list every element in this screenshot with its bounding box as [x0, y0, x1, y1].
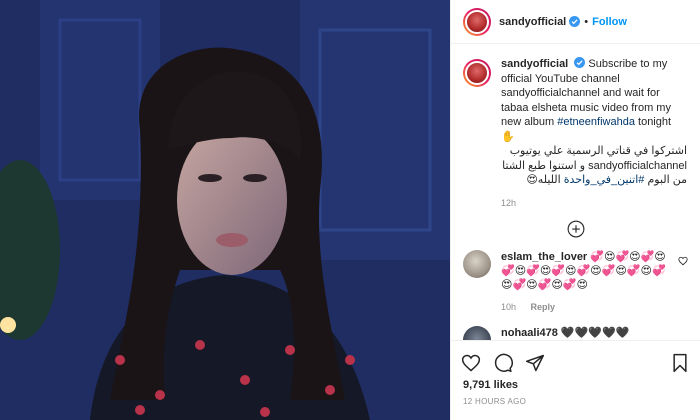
post-timestamp[interactable]: 12 HOURS AGO [451, 391, 700, 406]
comment-time[interactable]: 10h [501, 302, 516, 312]
comment-username[interactable]: eslam_the_lover [501, 251, 587, 263]
likes-count[interactable]: 9,791 likes [451, 377, 700, 391]
action-bar [451, 341, 700, 377]
caption-username[interactable]: sandyofficial [501, 58, 568, 70]
author-username[interactable]: sandyofficial [499, 16, 566, 28]
bookmark-icon [673, 353, 687, 373]
plus-circle-icon[interactable] [567, 220, 585, 238]
post-header: sandyofficial • Follow [451, 0, 700, 44]
post-photo[interactable] [0, 0, 450, 420]
caption-avatar[interactable] [463, 59, 491, 87]
caption-text-ar-3-post: الليله😍 [526, 174, 561, 186]
comment-username[interactable]: nohaali478 [501, 327, 558, 339]
load-more-comments[interactable] [451, 220, 700, 238]
caption-text-ar-2: sandyofficialchannel و استنوا طبع الشتا [502, 159, 687, 172]
comment-avatar[interactable] [463, 250, 491, 278]
save-button[interactable] [670, 353, 690, 373]
caption-body: sandyofficial Subscribe to my official Y… [501, 57, 687, 210]
caption-text-ar-3-pre: من البوم [647, 174, 687, 186]
follow-button[interactable]: Follow [592, 16, 627, 28]
comment-meta: 10h Reply [501, 300, 672, 314]
comment-item: eslam_the_lover 💞😍💞😍💞😍💞😍💞😍💞😍💞😍💞😍💞😍💞😍💞😍💞😍… [451, 238, 700, 314]
comment-bubble-icon [494, 353, 513, 373]
photo-illustration [0, 0, 450, 420]
caption-timestamp[interactable]: 12h [501, 196, 687, 211]
verified-badge-icon [569, 16, 581, 27]
share-button[interactable] [525, 353, 545, 373]
comment-text: 🖤🖤🖤🖤🖤 [560, 327, 630, 339]
comment-button[interactable] [493, 353, 513, 373]
like-button[interactable] [461, 353, 481, 373]
reply-button[interactable]: Reply [531, 302, 556, 312]
comment-like-icon[interactable] [678, 256, 688, 266]
paper-plane-icon [525, 354, 545, 372]
caption-text-ar-1: اشتركوا في قناتي الرسمية علي يوتيوب [509, 145, 687, 157]
caption-text-ar-3: من البوم #اتنين_في_واحدة الليله😍 [501, 173, 687, 188]
instagram-post: sandyofficial • Follow sandyofficial Sub… [0, 0, 700, 420]
comments-scroll-area[interactable]: sandyofficial Subscribe to my official Y… [451, 45, 700, 345]
header-separator: • [584, 15, 589, 28]
caption-hashtag-en[interactable]: #etneenfiwahda [557, 116, 635, 128]
author-avatar[interactable] [463, 7, 491, 36]
post-caption: sandyofficial Subscribe to my official Y… [451, 45, 700, 210]
comment-body: eslam_the_lover 💞😍💞😍💞😍💞😍💞😍💞😍💞😍💞😍💞😍💞😍💞😍💞😍… [501, 250, 672, 314]
post-side-panel: sandyofficial • Follow sandyofficial Sub… [450, 0, 700, 420]
caption-hashtag-ar[interactable]: #اتنين_في_واحدة [564, 174, 645, 186]
heart-outline-icon [461, 354, 481, 372]
post-actions-area: 9,791 likes 12 HOURS AGO [451, 340, 700, 420]
verified-badge-icon [574, 57, 586, 68]
